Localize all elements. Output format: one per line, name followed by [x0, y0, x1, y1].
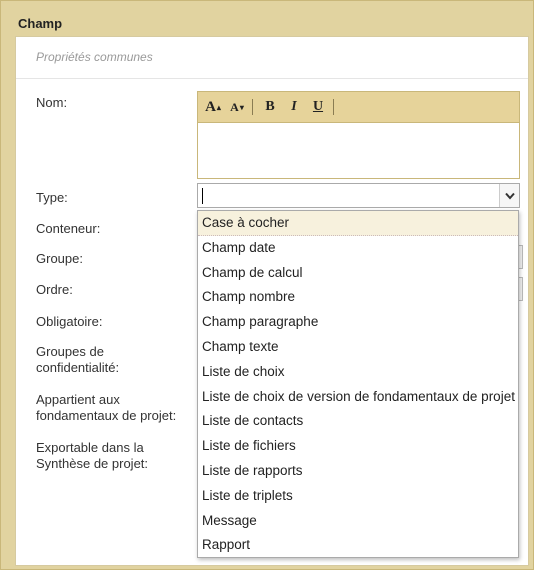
conteneur-label: Conteneur:	[36, 221, 101, 236]
section-title: Propriétés communes	[36, 50, 153, 64]
dialog-body: Propriétés communes Nom: Type: Conteneur…	[15, 36, 529, 566]
type-dropdown-button[interactable]	[499, 184, 519, 207]
underline-button[interactable]: U	[309, 97, 327, 117]
type-option[interactable]: Champ texte	[198, 335, 518, 360]
type-option[interactable]: Champ date	[198, 236, 518, 261]
label-line: confidentialité:	[36, 360, 120, 375]
type-option[interactable]: Liste de fichiers	[198, 434, 518, 459]
italic-button[interactable]: I	[285, 97, 303, 117]
nom-editor-area[interactable]	[198, 123, 519, 178]
type-option[interactable]: Champ paragraphe	[198, 310, 518, 335]
chevron-down-icon	[504, 192, 515, 200]
type-combobox[interactable]	[197, 183, 520, 208]
type-label: Type:	[36, 190, 68, 205]
text-caret	[202, 188, 203, 204]
groupe-label: Groupe:	[36, 251, 83, 266]
type-option[interactable]: Rapport	[198, 533, 518, 557]
nom-label: Nom:	[36, 95, 68, 110]
shrink-glyph: A	[230, 99, 239, 114]
toolbar-separator	[252, 99, 253, 115]
label-line: Exportable dans la	[36, 440, 144, 455]
dialog-title: Champ	[18, 16, 63, 31]
label-line: Synthèse de projet:	[36, 456, 149, 471]
label-line: fondamentaux de projet:	[36, 408, 177, 423]
type-dropdown-list: Case à cocher Champ date Champ de calcul Ch…	[197, 210, 519, 558]
type-option[interactable]: Liste de rapports	[198, 459, 518, 484]
type-option[interactable]: Liste de choix de version de fondamentau…	[198, 385, 518, 410]
grow-glyph: A	[205, 98, 216, 115]
type-option[interactable]: Liste de choix	[198, 360, 518, 385]
label-line: Appartient aux	[36, 392, 120, 407]
type-option[interactable]: Message	[198, 509, 518, 534]
type-option[interactable]: Liste de contacts	[198, 409, 518, 434]
type-option[interactable]: Case à cocher	[198, 211, 518, 236]
type-option[interactable]: Liste de triplets	[198, 484, 518, 509]
field-dialog: Champ Propriétés communes Nom: Type: Con…	[0, 0, 534, 570]
editor-toolbar: A ▴ A ▾ B I U	[198, 92, 519, 123]
toolbar-separator	[333, 99, 334, 115]
decrease-font-size-button[interactable]: A ▾	[228, 97, 246, 117]
type-option[interactable]: Champ de calcul	[198, 261, 518, 286]
type-option[interactable]: Champ nombre	[198, 285, 518, 310]
type-input[interactable]	[202, 187, 492, 204]
increase-font-size-button[interactable]: A ▴	[204, 97, 222, 117]
nom-editor: A ▴ A ▾ B I U	[197, 91, 520, 179]
exportable-synthese-label: Exportable dans la Synthèse de projet:	[36, 440, 148, 472]
ordre-label: Ordre:	[36, 282, 73, 297]
label-line: Groupes de	[36, 344, 104, 359]
obligatoire-label: Obligatoire:	[36, 314, 103, 329]
ordre-field-edge	[519, 277, 523, 301]
groupes-confidentialite-label: Groupes de confidentialité:	[36, 344, 119, 376]
groupe-field-edge	[519, 245, 523, 269]
bold-button[interactable]: B	[261, 97, 279, 117]
appartient-fondamentaux-label: Appartient aux fondamentaux de projet:	[36, 392, 176, 424]
section-header: Propriétés communes	[16, 37, 528, 79]
